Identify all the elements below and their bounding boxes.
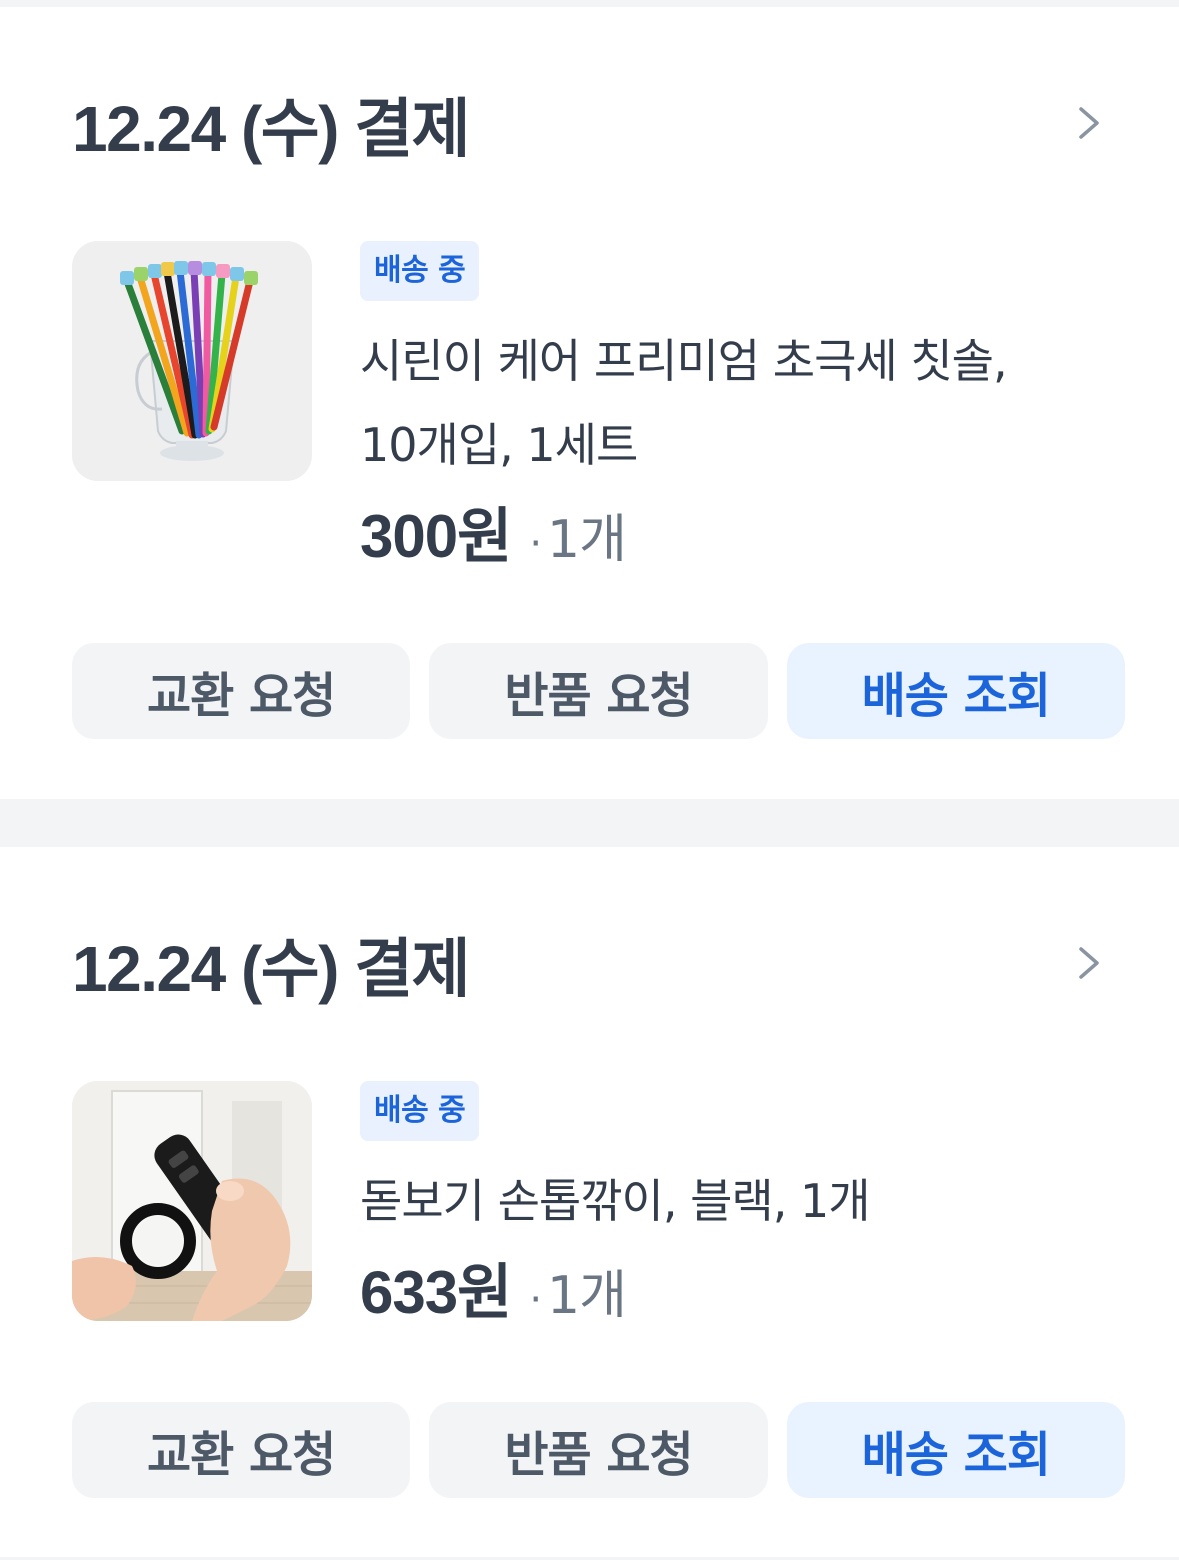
toothbrush-cup-image: [72, 241, 312, 481]
exchange-request-button[interactable]: 교환 요청: [72, 643, 411, 739]
quantity-label: · 1개: [529, 1266, 627, 1326]
order-card: 12.24 (수) 결제: [0, 7, 1179, 799]
product-name-line: 돋보기 손톱깎이, 블랙, 1개: [360, 1174, 871, 1228]
exchange-request-button[interactable]: 교환 요청: [72, 1402, 411, 1498]
quantity-value: 1개: [547, 510, 627, 570]
quantity-value: 1개: [547, 1266, 627, 1326]
return-request-button[interactable]: 반품 요청: [429, 1402, 768, 1498]
price-label: 300원: [360, 503, 512, 570]
product-row[interactable]: 배송 중 돋보기 손톱깎이, 블랙, 1개 633원 · 1개: [72, 1081, 1125, 1411]
separator-dot: ·: [529, 1277, 542, 1323]
price-row: 633원 · 1개: [360, 1253, 1125, 1348]
action-buttons: 교환 요청 반품 요청 배송 조회: [72, 643, 1125, 739]
chevron-right-icon[interactable]: [1071, 103, 1107, 143]
order-card: 12.24 (수) 결제: [0, 847, 1179, 1557]
nail-clipper-image: [72, 1081, 312, 1321]
order-date-label: 12.24 (수) 결제: [72, 933, 470, 1005]
product-name[interactable]: 돋보기 손톱깎이, 블랙, 1개: [360, 1159, 1125, 1243]
chevron-right-icon[interactable]: [1071, 943, 1107, 983]
track-delivery-button[interactable]: 배송 조회: [786, 643, 1125, 739]
track-delivery-button[interactable]: 배송 조회: [786, 1402, 1125, 1498]
product-thumbnail[interactable]: [72, 241, 312, 481]
order-header[interactable]: 12.24 (수) 결제: [72, 85, 1119, 165]
product-thumbnail[interactable]: [72, 1081, 312, 1321]
status-badge: 배송 중: [360, 1081, 480, 1141]
return-request-button[interactable]: 반품 요청: [429, 643, 768, 739]
product-info: 배송 중 시린이 케어 프리미엄 초극세 칫솔, 10개입, 1세트 300원 ·…: [360, 241, 1125, 592]
product-row[interactable]: 배송 중 시린이 케어 프리미엄 초극세 칫솔, 10개입, 1세트 300원 ·…: [72, 241, 1125, 571]
order-header[interactable]: 12.24 (수) 결제: [72, 925, 1119, 1005]
top-gap: [0, 0, 1179, 7]
product-name-line: 10개입, 1세트: [360, 418, 638, 472]
price-row: 300원 · 1개: [360, 497, 1125, 592]
price-label: 633원: [360, 1259, 512, 1326]
quantity-label: · 1개: [529, 510, 627, 570]
status-badge: 배송 중: [360, 241, 480, 301]
product-name[interactable]: 시린이 케어 프리미엄 초극세 칫솔, 10개입, 1세트: [360, 319, 1125, 487]
product-name-line: 시린이 케어 프리미엄 초극세 칫솔,: [360, 334, 1008, 388]
action-buttons: 교환 요청 반품 요청 배송 조회: [72, 1402, 1125, 1498]
product-info: 배송 중 돋보기 손톱깎이, 블랙, 1개 633원 · 1개: [360, 1081, 1125, 1348]
order-date-label: 12.24 (수) 결제: [72, 93, 470, 165]
separator-dot: ·: [529, 521, 542, 567]
